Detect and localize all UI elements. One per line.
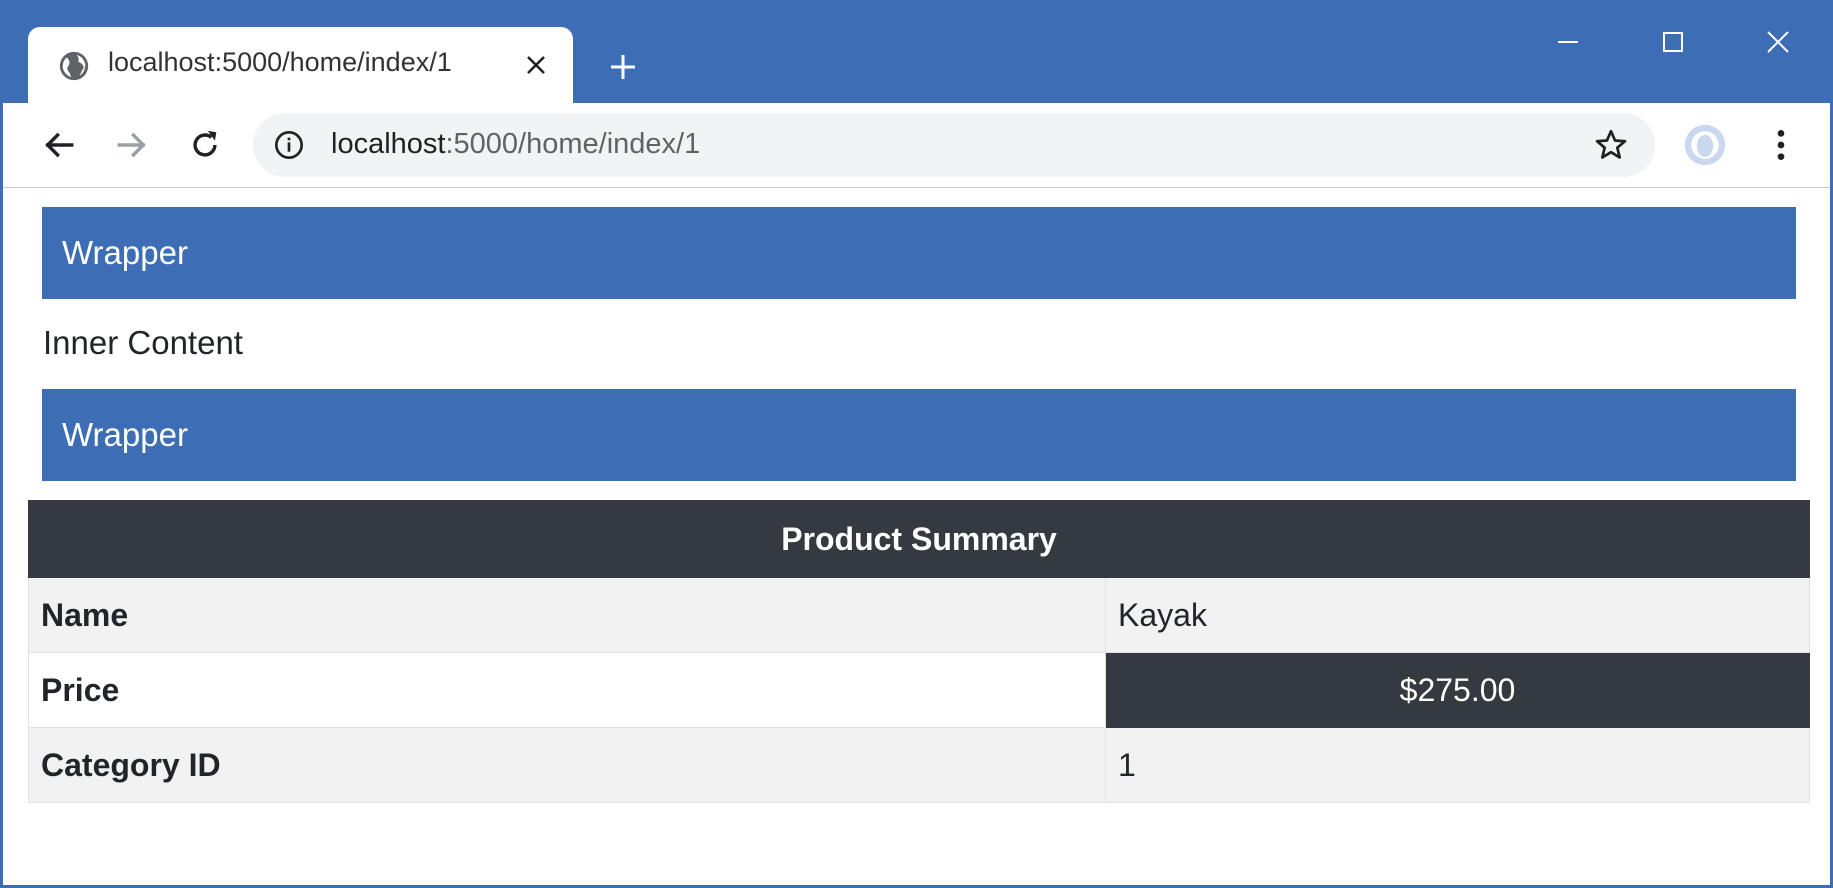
row-value-name: Kayak [1105, 577, 1810, 653]
address-host: localhost [331, 128, 446, 160]
address-bar[interactable]: localhost:5000/home/index/1 [253, 113, 1655, 177]
table-row: Name Kayak [28, 577, 1810, 653]
wrapper-banner-top: Wrapper [42, 207, 1796, 299]
table-row: Category ID 1 [28, 727, 1810, 803]
tab-title: localhost:5000/home/index/1 [108, 47, 452, 77]
forward-button[interactable] [108, 121, 156, 169]
reload-icon [193, 130, 217, 157]
close-window-button[interactable] [1748, 17, 1808, 67]
address-text[interactable]: localhost:5000/home/index/1 [331, 128, 700, 161]
row-label-category-id: Category ID [28, 727, 1106, 803]
more-menu-icon[interactable] [1761, 123, 1801, 167]
table-header-row: Product Summary [28, 500, 1810, 578]
browser-window: localhost:5000/home/index/1 localhost:50… [0, 0, 1833, 888]
inner-content-text: Inner Content [43, 324, 243, 361]
arrow-left-icon [45, 132, 74, 158]
reload-button[interactable] [181, 121, 229, 169]
profile-avatar-icon[interactable] [1683, 123, 1727, 167]
arrow-right-icon [117, 132, 146, 158]
globe-icon [59, 51, 89, 81]
tab-strip: localhost:5000/home/index/1 [3, 3, 1830, 109]
close-icon [527, 56, 545, 74]
product-summary-table: Product Summary Name Kayak Price $275.00… [28, 500, 1810, 803]
table-row: Price $275.00 [28, 652, 1810, 728]
table-heading: Product Summary [28, 500, 1810, 578]
star-icon[interactable] [1593, 127, 1629, 163]
close-icon [1767, 31, 1789, 53]
row-value-category-id: 1 [1105, 727, 1810, 803]
minimize-button[interactable] [1538, 17, 1598, 67]
back-button[interactable] [35, 121, 83, 169]
info-icon[interactable] [273, 129, 305, 161]
browser-tab[interactable]: localhost:5000/home/index/1 [28, 27, 573, 109]
maximize-icon [1663, 32, 1683, 52]
maximize-button[interactable] [1643, 17, 1703, 67]
address-path: :5000/home/index/1 [445, 128, 701, 160]
row-label-name: Name [28, 577, 1106, 653]
new-tab-button[interactable] [603, 47, 643, 87]
wrapper-banner-bottom: Wrapper [42, 389, 1796, 481]
plus-icon [611, 55, 635, 79]
browser-toolbar: localhost:5000/home/index/1 [3, 103, 1830, 188]
minimize-icon [1558, 41, 1578, 43]
row-label-price: Price [28, 652, 1106, 728]
row-value-price: $275.00 [1105, 652, 1810, 728]
tab-close-button[interactable] [518, 47, 554, 83]
